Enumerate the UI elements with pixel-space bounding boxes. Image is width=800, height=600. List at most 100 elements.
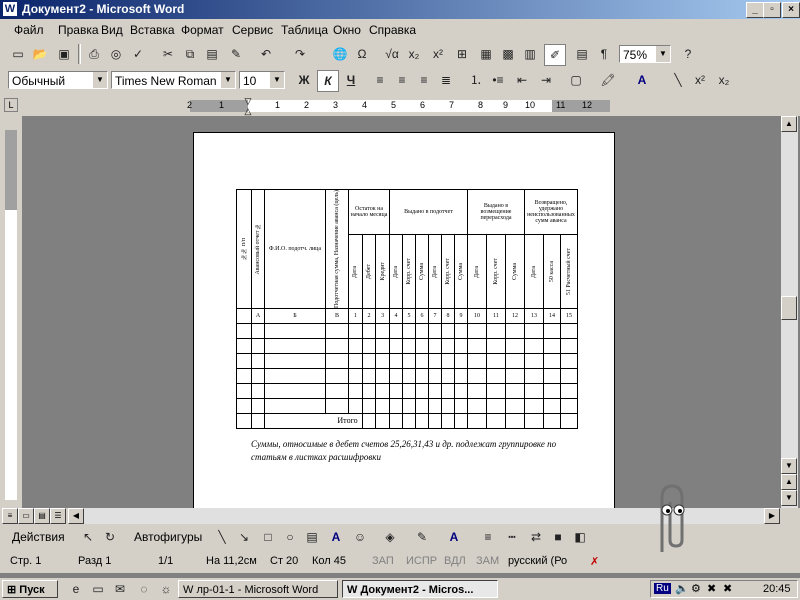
arrow-icon[interactable]: ↘ [234,527,254,547]
fill-color-icon[interactable]: ◈ [380,527,400,547]
superscript-icon[interactable]: x² [428,44,448,64]
quicklaunch-ie-icon[interactable]: e [66,579,86,599]
numbering-icon[interactable]: ⒈ [466,70,486,90]
subscript-icon[interactable]: x₂ [404,44,424,64]
font-color-icon[interactable]: A [632,70,652,90]
increase-indent-icon[interactable]: ⇥ [536,70,556,90]
symbol-icon[interactable]: Ω [352,44,372,64]
tray-icon[interactable]: ⚙ [691,582,701,595]
actions-menu[interactable]: Действия [12,530,65,544]
line-icon[interactable]: ╲ [212,527,232,547]
spelling-icon[interactable]: ✓ [128,44,148,64]
menu-view[interactable]: Вид [101,23,123,37]
chevron-down-icon[interactable]: ▼ [220,72,235,88]
paste-icon[interactable]: ▤ [202,44,222,64]
justify-icon[interactable]: ≣ [436,70,456,90]
oval-icon[interactable]: ○ [280,527,300,547]
bold-button[interactable]: Ж [294,70,314,90]
font-select[interactable]: Times New Roman ▼ [111,71,236,89]
status-rec[interactable]: ЗАП [372,555,394,567]
excel-icon[interactable]: ▩ [498,44,518,64]
menu-window[interactable]: Окно [333,23,361,37]
format-painter-icon[interactable]: ✎ [226,44,246,64]
tray-icon[interactable]: ✖ [707,582,716,595]
line-color-icon[interactable]: ✎ [412,527,432,547]
line-style-icon[interactable]: ≡ [478,527,498,547]
spelling-status-icon[interactable]: ✗ [590,555,599,568]
textbox-icon[interactable]: ▤ [302,527,322,547]
indent-marker-icon[interactable]: ▽ △ [243,96,253,116]
language-indicator[interactable]: Ru [654,583,671,594]
scroll-up-icon[interactable]: ▲ [781,116,797,132]
table-row[interactable] [236,337,578,354]
document-map-icon[interactable]: ▤ [572,44,592,64]
tray-icon[interactable]: ✖ [723,582,732,595]
status-trk[interactable]: ИСПР [406,555,437,567]
menu-help[interactable]: Справка [369,23,416,37]
dash-style-icon[interactable]: ┅ [502,527,522,547]
preview-icon[interactable]: ◎ [106,44,126,64]
print-icon[interactable]: ⎙ [84,44,104,64]
chevron-down-icon[interactable]: ▼ [92,72,107,88]
tab-stop-icon[interactable]: L [4,98,18,112]
status-ext[interactable]: ВДЛ [444,555,466,567]
scroll-right-icon[interactable]: ▶ [764,508,780,524]
redo-icon[interactable]: ↷ [290,44,310,64]
next-page-icon[interactable]: ▼ [781,490,797,506]
underline-button[interactable]: Ч [341,70,361,90]
quicklaunch-icon[interactable]: ◌ [134,579,154,599]
3d-icon[interactable]: ◧ [570,527,590,547]
decrease-indent-icon[interactable]: ⇤ [512,70,532,90]
highlight-icon[interactable]: 🖍 [598,70,618,90]
drawing-icon[interactable]: ✐ [544,44,566,66]
prev-page-icon[interactable]: ▲ [781,474,797,490]
table-row[interactable] [236,352,578,369]
table-row[interactable] [236,322,578,339]
superscript-icon[interactable]: x² [690,70,710,90]
quicklaunch-outlook-icon[interactable]: ✉ [110,579,130,599]
menu-file[interactable]: Файл [14,23,44,37]
help-icon[interactable]: ? [678,44,698,64]
volume-icon[interactable]: 🔈 [675,582,689,595]
align-center-icon[interactable]: ≡ [392,70,412,90]
print-layout-icon[interactable]: ▤ [34,508,50,524]
rotate-icon[interactable]: ↻ [100,527,120,547]
minimize-button[interactable]: _ [746,2,764,18]
table-row[interactable] [236,367,578,384]
table-row[interactable] [236,397,578,414]
hyperlink-icon[interactable]: 🌐 [330,44,350,64]
font-color-icon[interactable]: A [444,527,464,547]
close-button[interactable]: × [782,2,800,18]
scroll-down-icon[interactable]: ▼ [781,458,797,474]
quicklaunch-desktop-icon[interactable]: ▭ [88,579,108,599]
bullets-icon[interactable]: •≡ [488,70,508,90]
copy-icon[interactable]: ⧉ [180,44,200,64]
document-page[interactable]: №№ п/п Авансовый отчет № Ф.И.О. подотч. … [193,132,615,512]
vertical-scrollbar[interactable]: ▲ ▼ ▲ ▼ [781,116,798,508]
line-icon[interactable]: ╲ [668,70,688,90]
scroll-thumb[interactable] [781,296,797,320]
total-row[interactable]: Итого [236,412,578,429]
table-row[interactable] [236,382,578,399]
size-select[interactable]: 10 ▼ [239,71,285,89]
cut-icon[interactable]: ✂ [158,44,178,64]
clipart-icon[interactable]: ☺ [350,527,370,547]
autoshapes-menu[interactable]: Автофигуры [134,530,202,544]
start-button[interactable]: ⊞ Пуск [2,580,58,598]
menu-format[interactable]: Формат [181,23,224,37]
menu-tools[interactable]: Сервис [232,23,273,37]
menu-table[interactable]: Таблица [281,23,328,37]
wordart-icon[interactable]: A [326,527,346,547]
new-icon[interactable]: ▭ [8,44,28,64]
style-select[interactable]: Обычный ▼ [8,71,108,89]
align-right-icon[interactable]: ≡ [414,70,434,90]
horizontal-ruler[interactable] [190,100,610,112]
arrow-style-icon[interactable]: ⇄ [526,527,546,547]
open-icon[interactable]: 📂 [30,44,50,64]
table-icon[interactable]: ⊞ [452,44,472,64]
menu-edit[interactable]: Правка [58,23,99,37]
web-view-icon[interactable]: ▭ [18,508,34,524]
align-left-icon[interactable]: ≡ [370,70,390,90]
normal-view-icon[interactable]: ≡ [2,508,18,524]
insert-table-icon[interactable]: ▦ [476,44,496,64]
